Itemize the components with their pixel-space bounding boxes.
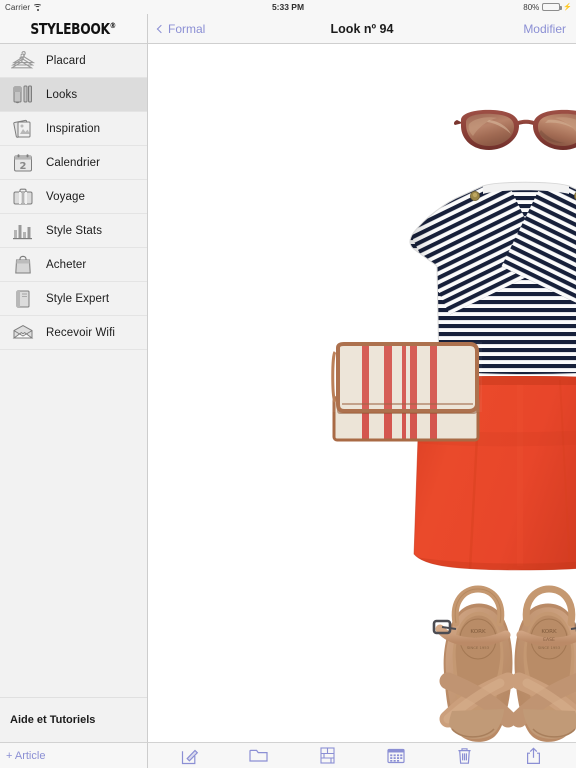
- svg-text:KORK: KORK: [541, 629, 557, 635]
- calendar-grid-icon: [387, 748, 405, 764]
- back-button[interactable]: Formal: [156, 21, 206, 36]
- sidebar-item-style-expert[interactable]: Style Expert: [0, 282, 147, 316]
- bottom-bars: + Article: [0, 742, 576, 768]
- edit-button[interactable]: Modifier: [523, 22, 566, 36]
- app-logo: STYLEBOOK®: [31, 20, 117, 38]
- svg-text:2: 2: [20, 161, 27, 172]
- outfits-icon: [10, 83, 36, 107]
- svg-text:EASE: EASE: [543, 637, 555, 643]
- collage-button[interactable]: [313, 745, 343, 767]
- brand-bar: STYLEBOOK®: [0, 14, 147, 44]
- delete-button[interactable]: [450, 745, 480, 767]
- sidebar-item-label: Recevoir Wifi: [46, 326, 116, 339]
- sidebar-item-style-stats[interactable]: Style Stats: [0, 214, 147, 248]
- look-canvas[interactable]: KORK EASE SINCE 1953 KORK EASE SINCE 195…: [148, 44, 576, 742]
- photos-icon: [10, 117, 36, 141]
- sidebar-footer[interactable]: Aide et Tutoriels: [0, 697, 147, 742]
- sidebar-item-label: Style Expert: [46, 292, 110, 305]
- compose-icon: [181, 747, 199, 765]
- sidebar-item-inspiration[interactable]: Inspiration: [0, 112, 147, 146]
- sidebar-item-voyage[interactable]: Voyage: [0, 180, 147, 214]
- svg-text:KORK: KORK: [470, 629, 486, 635]
- main-split: STYLEBOOK® Placard Looks Inspiration 2 C…: [0, 14, 576, 742]
- hangers-icon: [10, 49, 36, 73]
- nav-bar: Formal Look nº 94 Modifier: [148, 14, 576, 44]
- sidebar-item-recevoir-wifi[interactable]: Recevoir Wifi: [0, 316, 147, 350]
- sidebar: STYLEBOOK® Placard Looks Inspiration 2 C…: [0, 14, 148, 742]
- app-logo-text: STYLEBOOK: [30, 19, 111, 38]
- sidebar-item-label: Placard: [46, 54, 86, 67]
- folder-icon: [249, 748, 269, 763]
- sidebar-item-label: Voyage: [46, 190, 85, 203]
- share-icon: [526, 746, 541, 765]
- sidebar-item-looks[interactable]: Looks: [0, 78, 147, 112]
- look-item-sunglasses[interactable]: [453, 106, 576, 156]
- sidebar-item-label: Acheter: [46, 258, 87, 271]
- envelope-icon: [10, 321, 36, 345]
- clock-label: 5:33 PM: [271, 2, 305, 12]
- trash-icon: [457, 747, 472, 765]
- bar-chart-icon: [10, 219, 36, 243]
- collage-icon: [320, 747, 335, 764]
- chevron-left-icon: [156, 24, 166, 33]
- folder-button[interactable]: [244, 745, 274, 767]
- sidebar-item-label: Looks: [46, 88, 78, 101]
- sidebar-item-placard[interactable]: Placard: [0, 44, 147, 78]
- svg-text:SINCE 1953: SINCE 1953: [538, 645, 561, 650]
- suitcase-icon: [10, 185, 36, 209]
- sidebar-item-label: Calendrier: [46, 156, 101, 169]
- add-article-button[interactable]: + Article: [6, 750, 45, 762]
- calendar-button[interactable]: [381, 745, 411, 767]
- help-tutorials-label[interactable]: Aide et Tutoriels: [10, 714, 95, 726]
- sidebar-item-acheter[interactable]: Acheter: [0, 248, 147, 282]
- sidebar-nav-list: Placard Looks Inspiration 2 Calendrier V…: [0, 44, 147, 697]
- book-icon: [10, 287, 36, 311]
- look-item-tan-sandals[interactable]: KORK EASE SINCE 1953 KORK EASE SINCE 195…: [426, 577, 576, 742]
- sidebar-item-label: Inspiration: [46, 122, 101, 135]
- registered-mark: ®: [110, 20, 117, 30]
- share-button[interactable]: [519, 745, 549, 767]
- sidebar-item-calendrier[interactable]: 2 Calendrier: [0, 146, 147, 180]
- back-button-label: Formal: [168, 21, 206, 36]
- page-title: Look nº 94: [330, 21, 394, 36]
- compose-button[interactable]: [175, 745, 205, 767]
- app-window: Carrier 5:33 PM 80% ⚡ STYLEBOOK® Placard…: [0, 0, 576, 768]
- status-bar: Carrier 5:33 PM 80% ⚡: [0, 0, 576, 14]
- sidebar-bottom-bar: + Article: [0, 742, 148, 768]
- detail-pane: Formal Look nº 94 Modifier KORK EASE SIN…: [148, 14, 576, 742]
- battery-icon: [542, 3, 562, 11]
- sidebar-item-label: Style Stats: [46, 224, 103, 237]
- look-item-striped-clutch[interactable]: [330, 342, 482, 442]
- detail-toolbar: [148, 742, 576, 768]
- shopping-bag-icon: [10, 253, 36, 277]
- calendar-icon: 2: [10, 151, 36, 175]
